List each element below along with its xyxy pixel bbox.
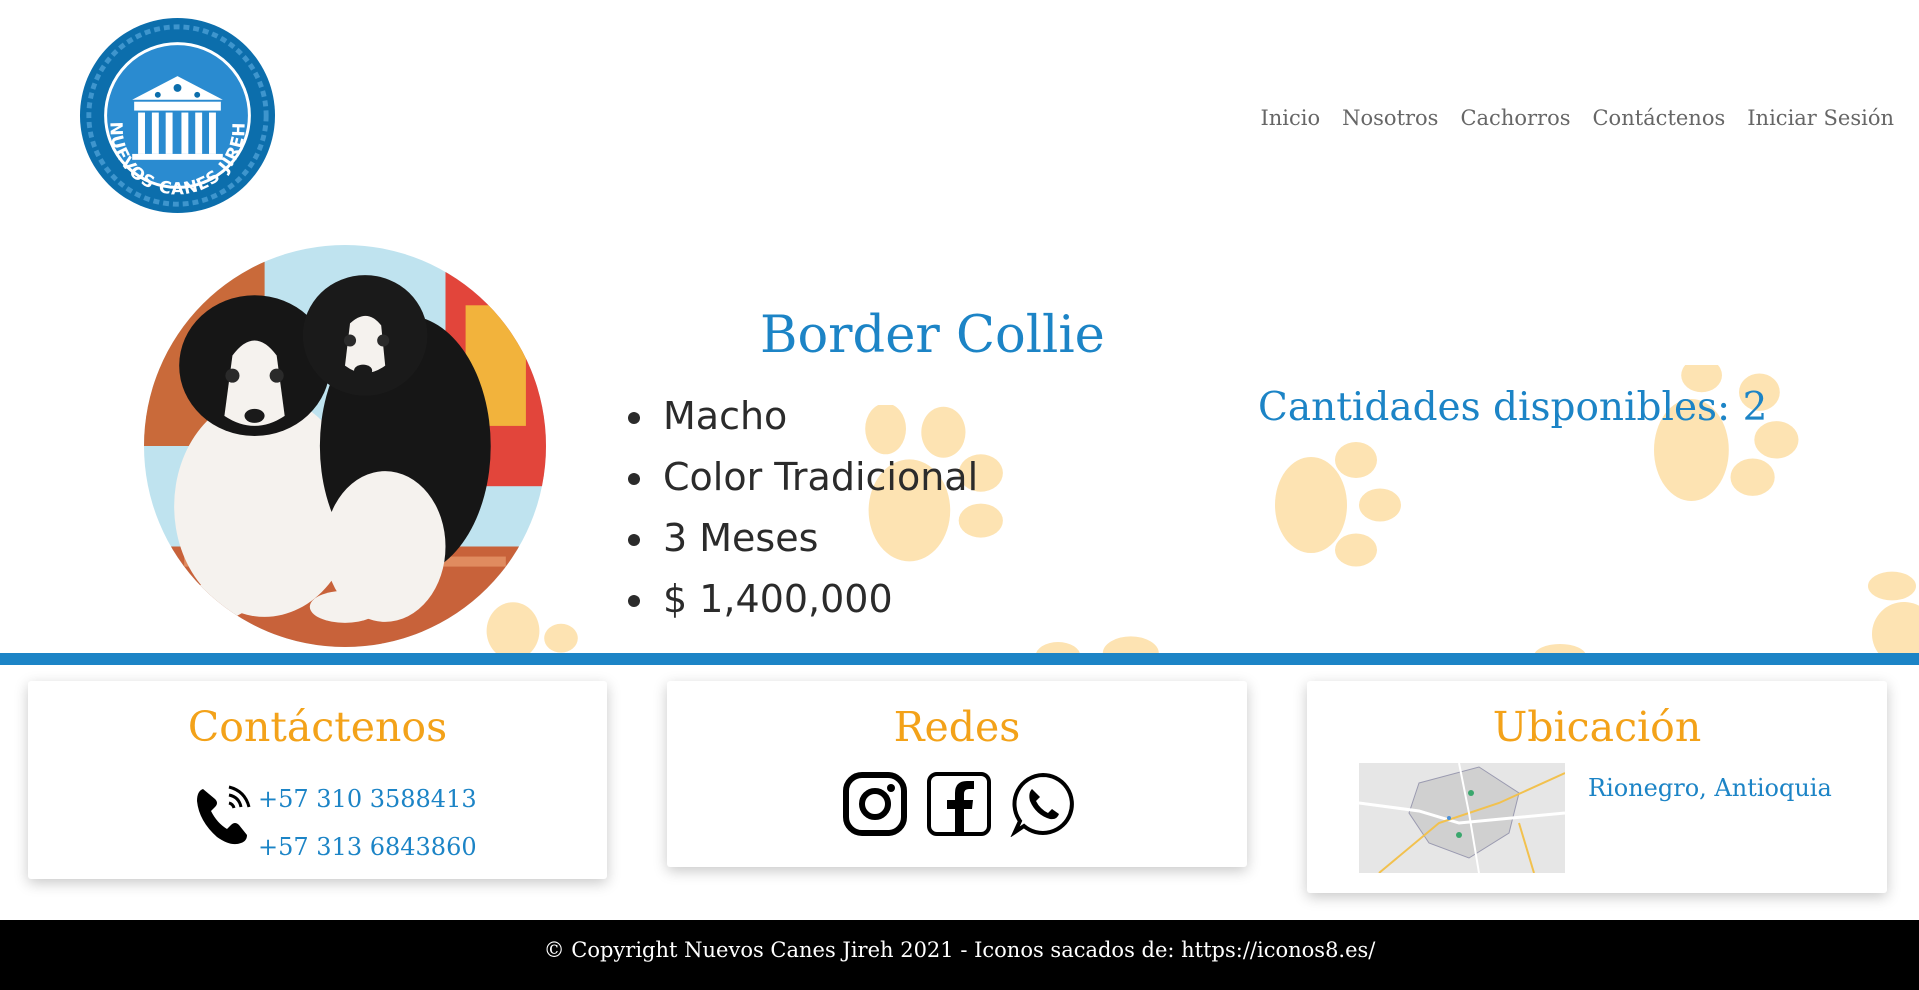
paw-print-decoration [1035,636,1159,656]
location-text: Rionegro, Antioquia [1588,774,1832,802]
main-nav: Inicio Nosotros Cachorros Contáctenos In… [1260,106,1894,130]
social-card: Redes [667,681,1247,867]
social-card-title: Redes [893,703,1021,751]
footer: © Copyright Nuevos Canes Jireh 2021 - Ic… [0,920,1919,990]
paw-print-decoration [486,602,578,655]
facebook-icon[interactable] [926,771,992,837]
phone-list: +57 310 3588413 +57 313 6843860 [258,775,477,871]
detail-price: $ 1,400,000 [625,573,978,634]
detail-sex: Macho [625,390,978,451]
phone-icon [197,785,251,845]
instagram-icon[interactable] [842,771,908,837]
phone-number-2[interactable]: +57 313 6843860 [258,823,477,871]
location-card-title: Ubicación [1492,703,1702,751]
paw-print-decoration [1868,571,1919,660]
footer-copyright: © Copyright Nuevos Canes Jireh 2021 - Ic… [543,938,1376,962]
site-logo[interactable]: NUEVOS CANES JIREH [79,17,276,214]
nav-iniciar-sesion[interactable]: Iniciar Sesión [1747,106,1894,130]
nav-inicio[interactable]: Inicio [1260,106,1320,130]
contact-card-title: Contáctenos [187,703,448,751]
puppy-details-list: Macho Color Tradicional 3 Meses $ 1,400,… [625,390,978,634]
contact-card: Contáctenos +57 310 3588413 +57 313 6843… [28,681,607,879]
social-icons [842,771,1076,837]
nav-cachorros[interactable]: Cachorros [1460,106,1570,130]
detail-color: Color Tradicional [625,451,978,512]
paw-print-decoration [1275,442,1401,567]
nav-contactenos[interactable]: Contáctenos [1592,106,1725,130]
availability-count: Cantidades disponibles: 2 [1258,385,1768,430]
breed-title: Border Collie [760,306,1105,365]
section-divider [0,653,1919,665]
puppy-photo [144,245,546,647]
location-card: Ubicación Rionegro, Antioquia [1307,681,1887,893]
phone-number-1[interactable]: +57 310 3588413 [258,775,477,823]
whatsapp-icon[interactable] [1010,771,1076,837]
nav-nosotros[interactable]: Nosotros [1342,106,1438,130]
map-thumbnail[interactable] [1359,763,1565,873]
detail-age: 3 Meses [625,512,978,573]
